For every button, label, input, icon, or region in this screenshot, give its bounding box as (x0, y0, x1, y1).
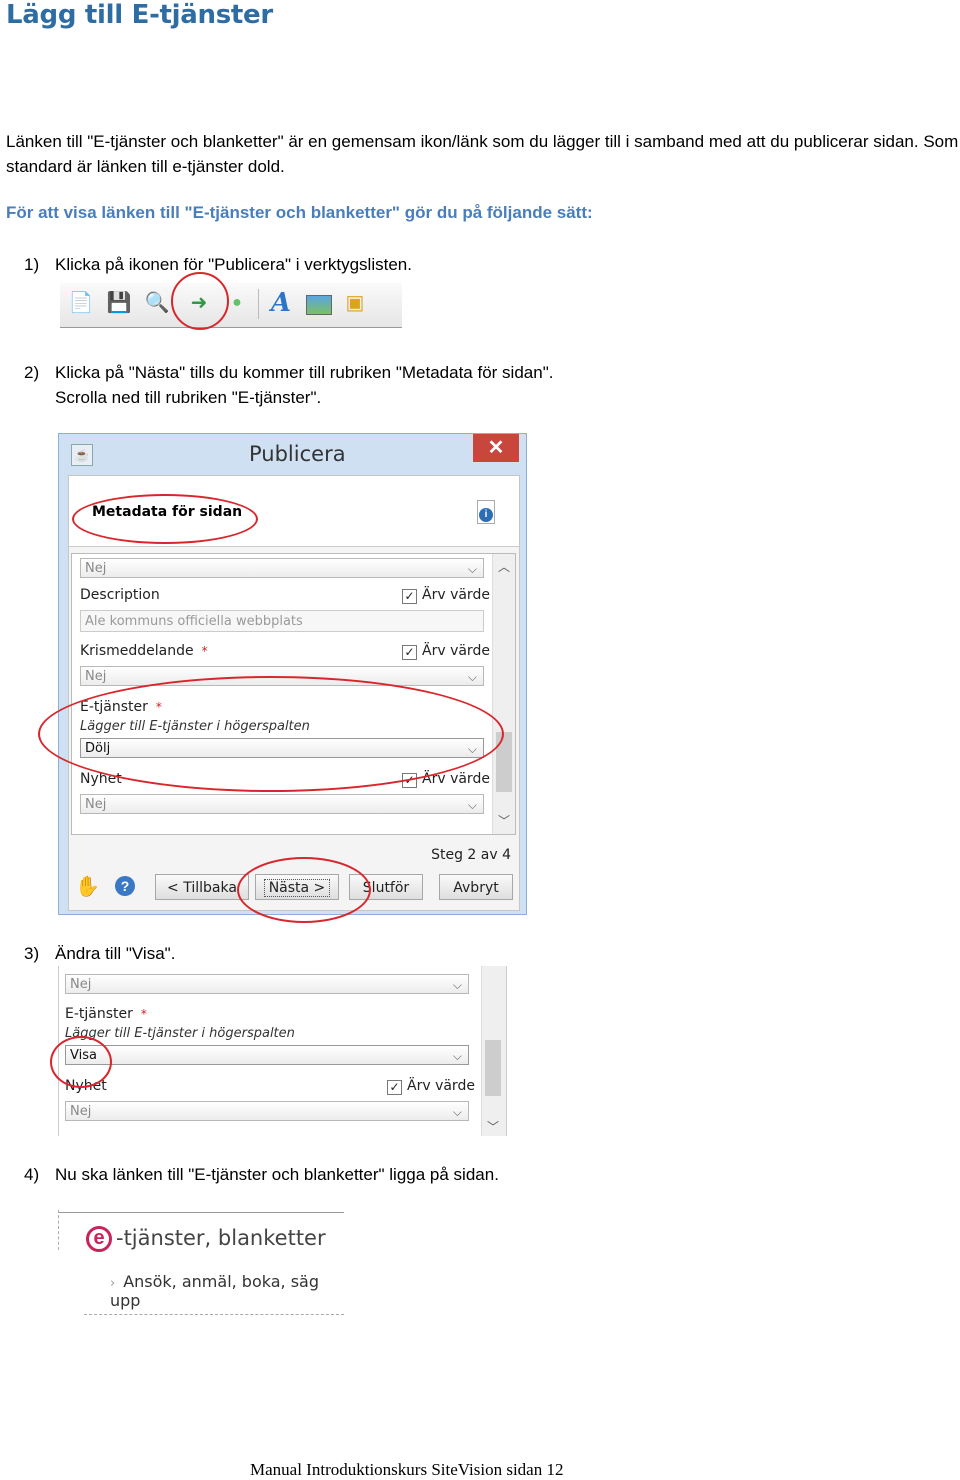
step-4: 4) Nu ska länken till "E-tjänster och bla… (24, 1162, 499, 1187)
etjanster-result-snippet: e -tjänster, blanketter › Ansök, anmäl, b… (58, 1210, 348, 1326)
cancel-button[interactable]: Avbryt (439, 874, 513, 900)
info-icon[interactable]: i (477, 500, 495, 524)
highlight-ring-etjanster (38, 676, 504, 792)
form-scrollbar[interactable]: ︿ ﹀ (492, 554, 515, 834)
step-text-2: Scrolla ned till rubriken "E-tjänster". (55, 388, 322, 407)
search-icon[interactable]: 🔍 (144, 291, 170, 315)
chevron-right-icon: › (110, 1276, 116, 1291)
chevron-up-icon[interactable]: ︿ (498, 558, 510, 575)
java-app-icon: ☕ (71, 444, 93, 466)
save-icon[interactable]: 💾 (106, 291, 132, 315)
highlight-ring-next (237, 857, 371, 923)
description-label: Description (80, 587, 160, 603)
intro-paragraph: Länken till "E-tjänster och blanketter" … (6, 132, 959, 176)
step-indicator: Steg 2 av 4 (431, 847, 511, 863)
divider (58, 1212, 344, 1213)
nyhet-select[interactable]: Nej ⌵ (80, 794, 484, 814)
e-services-logo-icon: e (86, 1226, 112, 1252)
step-number: 3) (24, 944, 40, 963)
e-services-title[interactable]: -tjänster, blanketter (116, 1226, 326, 1250)
close-icon[interactable]: ✕ (473, 434, 519, 462)
modules-icon[interactable]: ▣ (342, 291, 368, 315)
top-select[interactable]: Nej ⌵ (65, 974, 469, 994)
highlight-ring-publish (171, 272, 229, 330)
page-title: Lägg till E-tjänster (6, 0, 273, 30)
step-number: 4) (24, 1165, 40, 1184)
chevron-down-icon: ⌵ (467, 670, 477, 684)
step-3: 3) Ändra till "Visa". (24, 941, 175, 966)
step-text: Nu ska länken till "E-tjänster och blank… (55, 1165, 499, 1184)
step-text: Ändra till "Visa". (55, 944, 176, 963)
etjanster-note: Lägger till E-tjänster i högerspalten (65, 1026, 295, 1041)
text-format-icon[interactable]: A (268, 290, 294, 316)
divider (58, 1210, 59, 1250)
chevron-down-icon: ⌵ (467, 798, 477, 812)
new-page-icon[interactable]: 📄 (68, 291, 94, 315)
chevron-down-icon: ⌵ (452, 1049, 462, 1063)
required-mark: * (140, 1007, 147, 1021)
checkbox-checked-icon: ✓ (402, 645, 417, 660)
snippet-scrollbar[interactable]: ﹀ (481, 966, 506, 1136)
checkbox-checked-icon: ✓ (402, 589, 417, 604)
highlight-ring-visa (50, 1036, 112, 1088)
toolbar-divider (258, 289, 259, 319)
image-icon[interactable] (304, 291, 332, 315)
page-footer: Manual Introduktionskurs SiteVision sida… (250, 1460, 564, 1479)
hand-icon: ✋ (75, 876, 100, 898)
step-number: 2) (24, 363, 40, 382)
editor-toolbar: 📄 💾 🔍 ➜ ● A ▣ (60, 283, 402, 328)
checkbox-checked-icon: ✓ (387, 1080, 402, 1095)
etjanster-visa-snippet: Nej ⌵ E-tjänster * Lägger till E-tjänster … (58, 966, 507, 1136)
top-select[interactable]: Nej ⌵ (80, 558, 484, 578)
back-button[interactable]: < Tillbaka (155, 874, 249, 900)
step-text: Klicka på ikonen för "Publicera" i verkt… (55, 255, 412, 274)
etjanster-label: E-tjänster * (65, 1006, 147, 1022)
instructions-subheading: För att visa länken till "E-tjänster och… (6, 203, 593, 222)
help-icon[interactable]: ? (115, 876, 135, 896)
required-mark: * (201, 644, 208, 658)
nyhet-select[interactable]: Nej ⌵ (65, 1101, 469, 1121)
description-inherit-checkbox[interactable]: ✓ Ärv värde (402, 587, 490, 604)
chevron-down-icon: ⌵ (452, 978, 462, 992)
chevron-down-icon: ⌵ (452, 1105, 462, 1119)
highlight-ring-metadata (72, 494, 258, 544)
chevron-down-icon: ⌵ (467, 562, 477, 576)
step-text: Klicka på "Nästa" tills du kommer till r… (55, 363, 554, 382)
krismeddelande-inherit-checkbox[interactable]: ✓ Ärv värde (402, 643, 490, 660)
dialog-title: Publicera (249, 442, 346, 466)
etjanster-select[interactable]: Visa ⌵ (65, 1045, 469, 1065)
chevron-down-icon[interactable]: ﹀ (498, 812, 510, 829)
step-1: 1) Klicka på ikonen för "Publicera" i ver… (24, 252, 412, 277)
nyhet-inherit-checkbox[interactable]: ✓ Ärv värde (387, 1078, 475, 1095)
chevron-down-icon[interactable]: ﹀ (487, 1118, 499, 1135)
e-services-link[interactable]: › Ansök, anmäl, boka, säg upp (110, 1272, 348, 1310)
scrollbar-thumb[interactable] (485, 1040, 501, 1096)
divider (84, 1314, 344, 1315)
description-field[interactable]: Ale kommuns officiella webbplats (80, 610, 484, 632)
krismeddelande-label: Krismeddelande * (80, 643, 208, 659)
step-2: 2) Klicka på "Nästa" tills du kommer till… (24, 360, 553, 410)
step-number: 1) (24, 255, 40, 274)
